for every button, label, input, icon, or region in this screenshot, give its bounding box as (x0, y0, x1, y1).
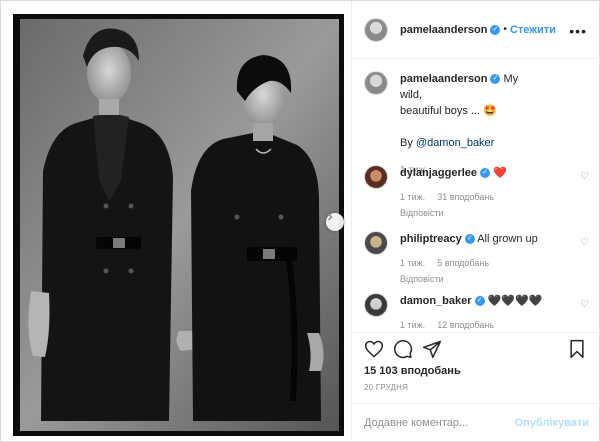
comment-item: damon_baker ✓ 🖤🖤🖤🖤 1 тиж. 12 вподобань ♡ (364, 293, 589, 332)
comment-like-heart-icon[interactable]: ♡ (580, 237, 589, 248)
verified-badge-icon: ✓ (490, 74, 501, 85)
post-date[interactable]: 20 ГРУДНЯ (364, 383, 408, 392)
comment-icon[interactable] (393, 339, 413, 359)
caption-text-line1: My (503, 73, 519, 85)
comment-reply-button[interactable]: Відповісти (400, 205, 560, 221)
add-comment-bar: Опублікувати (352, 403, 600, 442)
verified-badge-icon: ✓ (480, 168, 491, 179)
verified-badge-icon: ✓ (490, 24, 501, 35)
likes-count[interactable]: 15 103 вподобань (364, 365, 461, 377)
caption-credit-link[interactable]: @damon_baker (416, 137, 494, 149)
caption-avatar[interactable] (364, 71, 388, 95)
comment-username[interactable]: damon_baker (400, 295, 472, 307)
comment-avatar[interactable] (364, 231, 388, 255)
more-options-button[interactable]: ••• (569, 23, 587, 39)
post-photo[interactable] (1, 1, 351, 441)
comment-like-heart-icon[interactable]: ♡ (580, 171, 589, 182)
comment-input[interactable] (364, 417, 515, 429)
comment-likes[interactable]: 31 вподобань (437, 192, 494, 202)
photo-image (1, 1, 351, 441)
comment-username[interactable]: dylanjaggerlee (400, 167, 477, 179)
comment-time[interactable]: 1 тиж. (400, 320, 425, 330)
comment-time[interactable]: 1 тиж. (400, 192, 425, 202)
avatar[interactable] (364, 17, 388, 42)
caption-text-line3: beautiful boys ... 🤩 (400, 105, 497, 117)
post-sidebar: pamelaanderson ✓ • Стежити ••• pamelaand… (351, 1, 600, 441)
comment-like-heart-icon[interactable]: ♡ (580, 299, 589, 310)
next-photo-button[interactable] (326, 213, 344, 231)
comment-username[interactable]: philiptreacy (400, 233, 462, 245)
follow-button[interactable]: Стежити (510, 24, 556, 36)
verified-badge-icon: ✓ (474, 296, 485, 307)
separator-dot: • (503, 24, 507, 35)
comment-item: dylanjaggerlee ✓ ❤️ 1 тиж. 31 вподобань Ві… (364, 165, 589, 221)
comment-likes[interactable]: 12 вподобань (437, 320, 494, 330)
header-username[interactable]: pamelaanderson (400, 24, 487, 36)
caption-credit-prefix: By (400, 137, 413, 149)
comment-avatar[interactable] (364, 293, 388, 317)
comment-likes[interactable]: 5 вподобань (437, 258, 489, 268)
comment-reply-button[interactable]: Відповісти (400, 271, 560, 287)
comment-time[interactable]: 1 тиж. (400, 258, 425, 268)
comment-text: 🖤🖤🖤🖤 (487, 295, 543, 307)
send-icon[interactable] (422, 339, 442, 359)
heart-icon[interactable] (364, 339, 384, 359)
verified-badge-icon: ✓ (464, 234, 475, 245)
post-caption: pamelaanderson ✓ My wild, beautiful boys … (364, 71, 589, 179)
instagram-post: pamelaanderson ✓ • Стежити ••• pamelaand… (0, 0, 600, 442)
comment-avatar[interactable] (364, 165, 388, 189)
caption-text-line2: wild, (400, 89, 423, 101)
comment-text: ❤️ (493, 167, 507, 179)
publish-button[interactable]: Опублікувати (515, 417, 589, 429)
bookmark-icon[interactable] (568, 339, 586, 359)
comment-text: All grown up (477, 233, 538, 245)
comments-list[interactable]: pamelaanderson ✓ My wild, beautiful boys … (352, 59, 600, 332)
chevron-right-icon (328, 213, 333, 221)
post-header: pamelaanderson ✓ • Стежити ••• (352, 1, 600, 59)
comment-item: philiptreacy ✓ All grown up 1 тиж. 5 вподо… (364, 231, 589, 287)
action-icons (362, 339, 592, 363)
post-actions: 15 103 вподобань 20 ГРУДНЯ Опублікувати (352, 332, 600, 441)
caption-username[interactable]: pamelaanderson (400, 73, 487, 85)
